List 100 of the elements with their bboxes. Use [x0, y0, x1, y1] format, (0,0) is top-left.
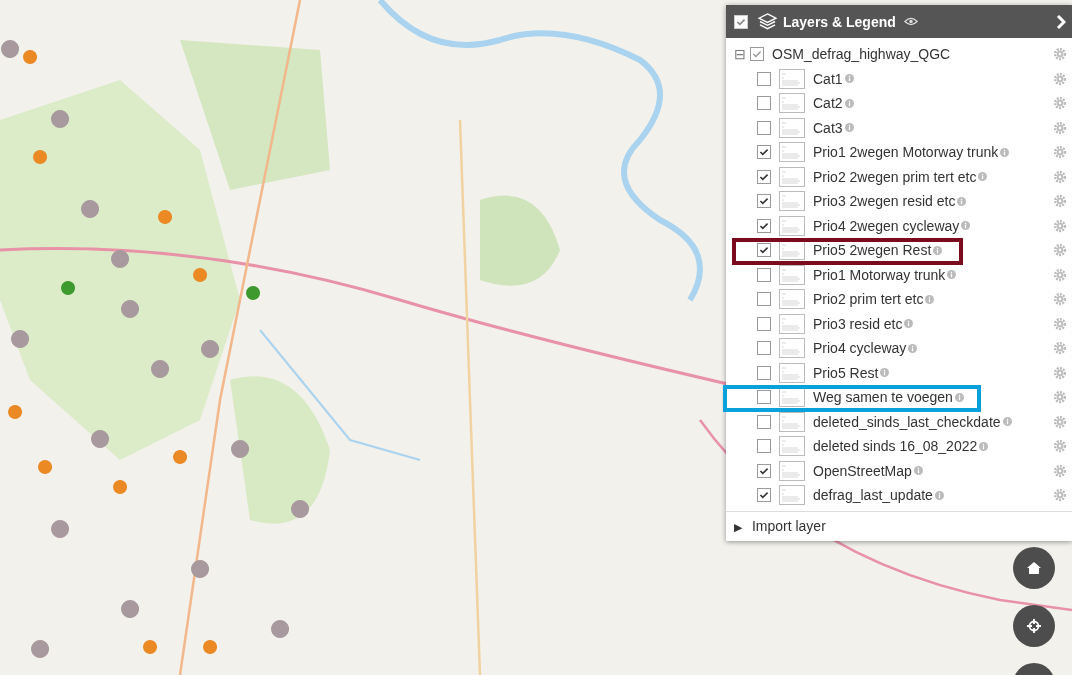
- info-icon[interactable]: [880, 368, 890, 378]
- info-icon[interactable]: [904, 319, 914, 329]
- checkbox[interactable]: [757, 120, 771, 135]
- import-layer-button[interactable]: ▶ Import layer: [726, 510, 1072, 541]
- layer-name[interactable]: Prio4 cycleway: [813, 340, 907, 357]
- legend-thumbnail: [779, 411, 805, 432]
- legend-thumbnail: [779, 313, 805, 334]
- settings-icon[interactable]: [1053, 243, 1067, 258]
- checkbox[interactable]: [757, 488, 771, 503]
- settings-icon[interactable]: [1053, 390, 1067, 405]
- layer-name[interactable]: Prio5 Rest: [813, 364, 879, 381]
- info-icon[interactable]: [957, 196, 967, 206]
- settings-icon[interactable]: [1053, 267, 1067, 282]
- info-icon[interactable]: [979, 441, 989, 451]
- checkbox[interactable]: [734, 14, 748, 29]
- info-icon[interactable]: [844, 123, 854, 133]
- layer-name[interactable]: Prio4 2wegen cycleway: [813, 217, 960, 234]
- checkbox[interactable]: [757, 365, 771, 380]
- checkbox[interactable]: [757, 316, 771, 331]
- checkbox[interactable]: [750, 47, 764, 62]
- layer-name[interactable]: deleted_sinds_last_checkdate: [813, 413, 1001, 430]
- settings-icon[interactable]: [1053, 120, 1067, 135]
- panel-title: Layers & Legend: [783, 13, 896, 30]
- settings-icon[interactable]: [1053, 365, 1067, 380]
- checkbox[interactable]: [757, 71, 771, 86]
- legend-thumbnail: [779, 387, 805, 408]
- checkbox[interactable]: [757, 414, 771, 429]
- settings-icon[interactable]: [1053, 194, 1067, 209]
- checkbox[interactable]: [757, 145, 771, 160]
- info-icon[interactable]: [961, 221, 971, 231]
- layer-name[interactable]: Prio5 2wegen Rest: [813, 242, 932, 259]
- legend-thumbnail: [779, 142, 805, 163]
- layers-icon: [758, 13, 777, 30]
- legend-thumbnail: [779, 289, 805, 310]
- legend-thumbnail: [779, 240, 805, 261]
- chevron-right-icon[interactable]: [1056, 14, 1066, 29]
- settings-icon[interactable]: [1053, 218, 1067, 233]
- info-icon[interactable]: [1000, 147, 1010, 157]
- settings-icon[interactable]: [1053, 169, 1067, 184]
- layer-name[interactable]: Cat2: [813, 95, 843, 112]
- legend-thumbnail: [779, 338, 805, 359]
- eye-icon[interactable]: [903, 17, 918, 26]
- settings-icon[interactable]: [1053, 488, 1067, 503]
- checkbox[interactable]: [757, 390, 771, 405]
- legend-thumbnail: [779, 264, 805, 285]
- layer-name[interactable]: deleted sinds 16_08_2022: [813, 438, 978, 455]
- legend-thumbnail: [779, 117, 805, 138]
- legend-thumbnail: [779, 215, 805, 236]
- settings-icon[interactable]: [1053, 71, 1067, 86]
- info-icon[interactable]: [954, 392, 964, 402]
- settings-icon[interactable]: [1053, 47, 1067, 62]
- legend-thumbnail: [779, 362, 805, 383]
- layer-name[interactable]: Cat3: [813, 119, 843, 136]
- settings-icon[interactable]: [1053, 145, 1067, 160]
- settings-icon[interactable]: [1053, 316, 1067, 331]
- crosshair-icon: [1026, 618, 1042, 634]
- layer-name[interactable]: Prio1 Motorway trunk: [813, 266, 946, 283]
- settings-icon[interactable]: [1053, 439, 1067, 454]
- layer-name[interactable]: Prio2 2wegen prim tert etc: [813, 168, 977, 185]
- checkbox[interactable]: [757, 267, 771, 282]
- info-icon[interactable]: [844, 98, 854, 108]
- legend-thumbnail: [779, 166, 805, 187]
- layer-name[interactable]: Cat1: [813, 70, 843, 87]
- settings-icon[interactable]: [1053, 463, 1067, 478]
- info-icon[interactable]: [933, 245, 943, 255]
- checkbox[interactable]: [757, 194, 771, 209]
- info-icon[interactable]: [844, 74, 854, 84]
- settings-icon[interactable]: [1053, 292, 1067, 307]
- checkbox[interactable]: [757, 96, 771, 111]
- checkbox[interactable]: [757, 169, 771, 184]
- layer-name[interactable]: Prio1 2wegen Motorway trunk: [813, 144, 999, 161]
- info-icon[interactable]: [908, 343, 918, 353]
- info-icon[interactable]: [947, 270, 957, 280]
- legend-thumbnail: [779, 68, 805, 89]
- checkbox[interactable]: [757, 218, 771, 233]
- legend-thumbnail: [779, 460, 805, 481]
- layer-name[interactable]: Prio3 resid etc: [813, 315, 903, 332]
- info-icon[interactable]: [1002, 417, 1012, 427]
- info-icon[interactable]: [934, 490, 944, 500]
- layer-name[interactable]: OpenStreetMap: [813, 462, 912, 479]
- legend-thumbnail: [779, 191, 805, 212]
- checkbox[interactable]: [757, 341, 771, 356]
- layer-name[interactable]: defrag_last_update: [813, 487, 933, 504]
- collapse-toggle[interactable]: ⊟: [734, 47, 746, 62]
- info-icon[interactable]: [978, 172, 988, 182]
- checkbox[interactable]: [757, 463, 771, 478]
- checkbox[interactable]: [757, 243, 771, 258]
- settings-icon[interactable]: [1053, 341, 1067, 356]
- layer-name[interactable]: Prio2 prim tert etc: [813, 291, 924, 308]
- checkbox[interactable]: [757, 292, 771, 307]
- home-icon: [1026, 560, 1042, 576]
- settings-icon[interactable]: [1053, 414, 1067, 429]
- legend-thumbnail: [779, 93, 805, 114]
- settings-icon[interactable]: [1053, 96, 1067, 111]
- info-icon[interactable]: [913, 466, 923, 476]
- layer-name[interactable]: Prio3 2wegen resid etc: [813, 193, 956, 210]
- checkbox[interactable]: [757, 439, 771, 454]
- info-icon[interactable]: [925, 294, 935, 304]
- layer-group-name[interactable]: OSM_defrag_highway_QGC: [772, 46, 951, 63]
- layer-name[interactable]: Weg samen te voegen: [813, 389, 953, 406]
